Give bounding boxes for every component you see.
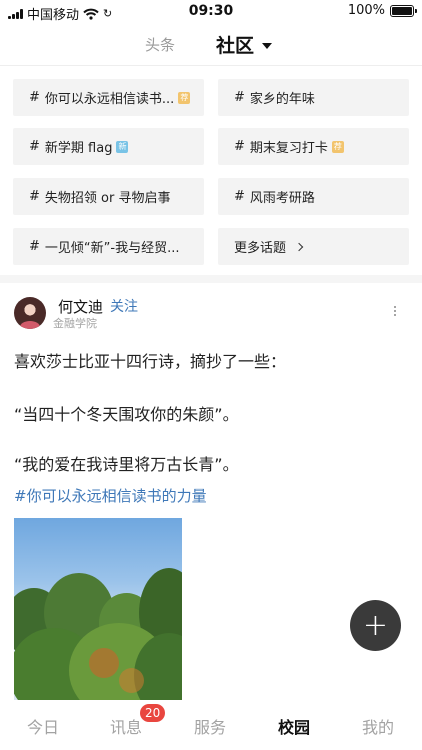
section-divider [0, 275, 422, 283]
tab-news[interactable]: 头条 [145, 34, 175, 55]
more-options-icon[interactable] [394, 306, 398, 316]
hash-icon: # [234, 189, 245, 204]
hot-badge: 荐 [178, 91, 191, 104]
topic-item[interactable]: # 风雨考研路 [218, 178, 409, 215]
status-bar: 中国移动 ↻ 09:30 100% [0, 0, 422, 24]
hash-icon: # [234, 90, 245, 105]
battery-percent: 100% [347, 3, 385, 18]
post-text-line: “我的爱在我诗里将万古长青”。 [14, 455, 239, 474]
hash-icon: # [234, 139, 245, 154]
hash-icon: # [29, 139, 40, 154]
topic-item[interactable]: # 期末复习打卡 荐 [218, 128, 409, 165]
post-text-line: “当四十个冬天围攻你的朱颜”。 [14, 405, 239, 424]
caret-down-icon [262, 42, 273, 49]
bottom-nav: 今日 讯息 20 服务 校园 我的 [0, 702, 422, 750]
tab-community[interactable]: 社区 [216, 31, 273, 58]
follow-button[interactable]: 关注 [110, 296, 138, 316]
topic-label: 期末复习打卡 [249, 141, 328, 156]
new-badge: 新 [116, 140, 129, 153]
tab-community-label: 社区 [216, 35, 255, 57]
topic-label: 家乡的年味 [249, 92, 315, 107]
hash-icon: # [29, 90, 40, 105]
post-text-line: 喜欢莎士比亚十四行诗，摘抄了一些： [14, 352, 287, 371]
more-topics-button[interactable]: 更多话题 [218, 228, 409, 265]
topic-label: 新学期 flag [44, 141, 113, 156]
message-count-badge: 20 [140, 704, 166, 722]
topic-item[interactable]: # 新学期 flag 新 [13, 128, 204, 165]
top-nav: 头条 社区 [0, 24, 422, 66]
nav-messages[interactable]: 讯息 [110, 714, 142, 738]
post-topic-link[interactable]: #你可以永远相信读书的力量 [14, 485, 207, 506]
nav-me[interactable]: 我的 [362, 714, 394, 738]
avatar[interactable] [14, 297, 46, 329]
create-post-button[interactable]: + [350, 600, 401, 651]
topic-label: 失物招领 or 寻物启事 [44, 191, 171, 206]
nav-today[interactable]: 今日 [27, 714, 59, 738]
post-photo[interactable] [14, 518, 182, 700]
hot-badge: 荐 [331, 140, 344, 153]
battery-icon [390, 4, 417, 17]
author-name[interactable]: 何文迪 [58, 296, 103, 317]
chevron-right-icon [294, 242, 304, 251]
topic-item[interactable]: # 家乡的年味 [218, 79, 409, 116]
hash-icon: # [29, 189, 40, 204]
author-college: 金融学院 [53, 317, 97, 330]
topic-label: 风雨考研路 [249, 191, 315, 206]
nav-campus[interactable]: 校园 [278, 714, 310, 738]
more-topics-label: 更多话题 [234, 241, 287, 256]
topic-item[interactable]: # 一见倾“新”-我与经贸... [13, 228, 204, 265]
topic-item[interactable]: # 失物招领 or 寻物启事 [13, 178, 204, 215]
hash-icon: # [29, 239, 40, 254]
nav-services[interactable]: 服务 [194, 714, 226, 738]
status-right: 100% [347, 3, 417, 18]
topic-label: 你可以永远相信读书... [44, 92, 175, 107]
topic-item[interactable]: # 你可以永远相信读书... 荐 [13, 79, 204, 116]
topic-label: 一见倾“新”-我与经贸... [44, 241, 180, 256]
